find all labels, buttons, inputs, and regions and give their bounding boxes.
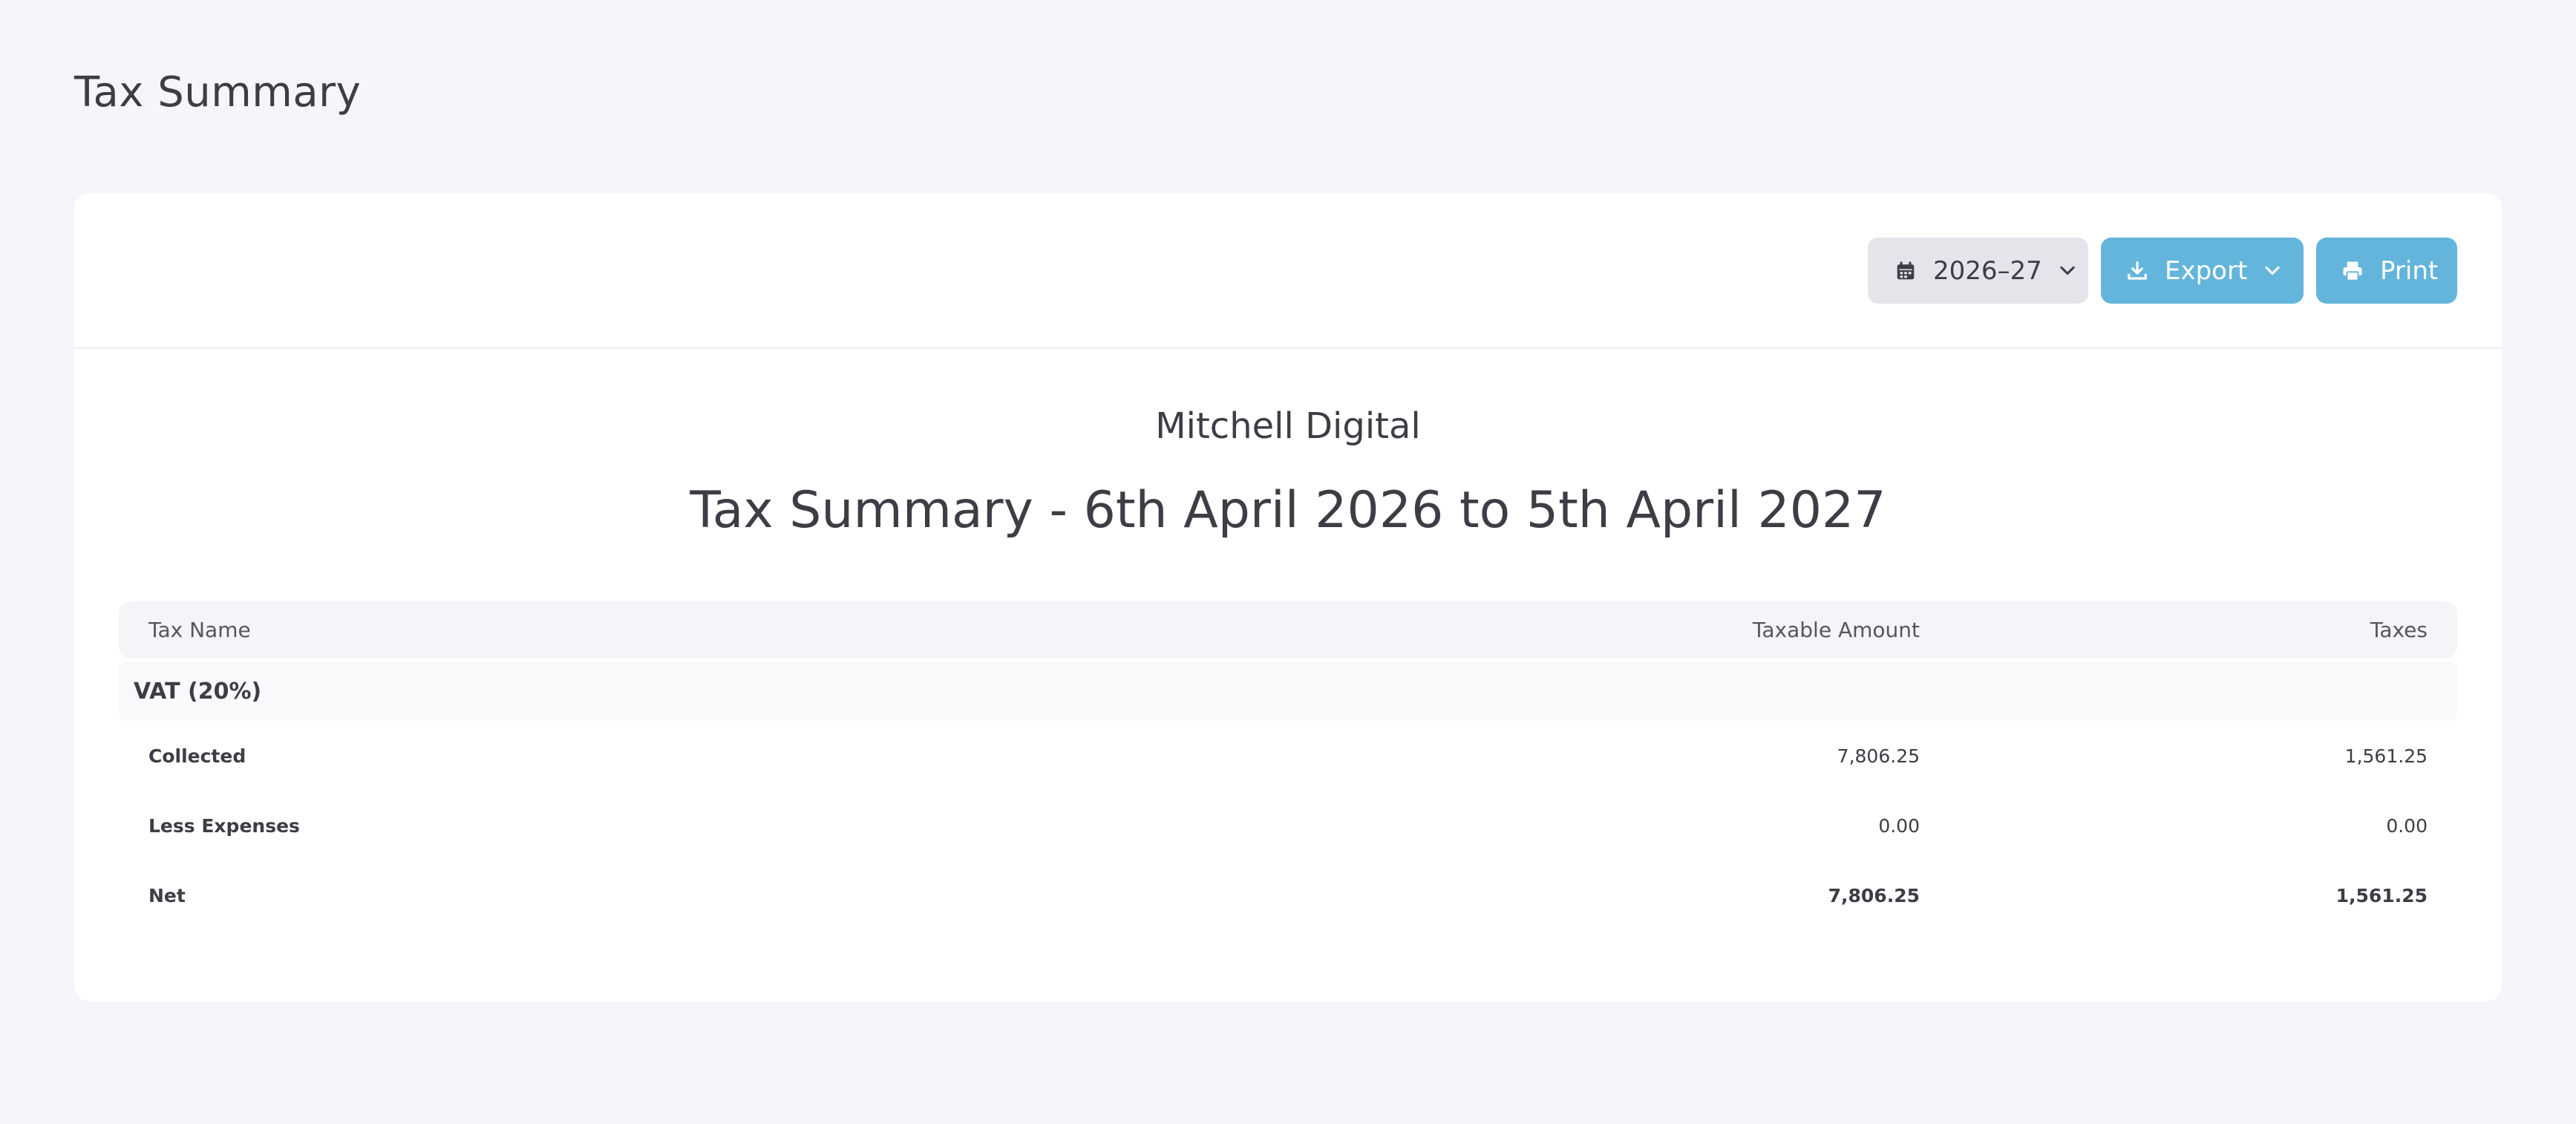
header-tax-name: Tax Name (148, 618, 251, 642)
row-name: Net (148, 884, 186, 906)
table-header: Tax Name Taxable Amount Taxes (119, 601, 2457, 659)
group-row: VAT (20%) (119, 661, 2457, 721)
download-icon (2126, 260, 2148, 282)
row-taxable-amount: 0.00 (1878, 814, 1920, 837)
tax-summary-table: Tax Name Taxable Amount Taxes VAT (20%) … (119, 601, 2457, 930)
company-name: Mitchell Digital (1155, 405, 1421, 447)
report-card: 2026–27 Export Print Mitchell Digital Ta… (74, 193, 2502, 1002)
row-taxes: 1,561.25 (2335, 884, 2428, 906)
calendar-icon (1895, 260, 1917, 282)
row-taxable-amount: 7,806.25 (1837, 745, 1920, 767)
export-button[interactable]: Export (2101, 238, 2304, 304)
print-button[interactable]: Print (2316, 238, 2457, 304)
card-header: 2026–27 Export Print (74, 193, 2502, 349)
table-row-total: Net 7,806.25 1,561.25 (119, 860, 2457, 930)
header-taxes: Taxes (2370, 618, 2428, 642)
export-label: Export (2165, 255, 2248, 286)
printer-icon (2341, 260, 2364, 282)
row-taxable-amount: 7,806.25 (1828, 884, 1920, 906)
toolbar: 2026–27 Export Print (1868, 238, 2457, 304)
chevron-down-icon (2262, 261, 2283, 281)
row-taxes: 1,561.25 (2344, 745, 2428, 767)
table-row: Less Expenses 0.00 0.00 (119, 791, 2457, 860)
table-row: Collected 7,806.25 1,561.25 (119, 721, 2457, 791)
header-taxable-amount: Taxable Amount (1752, 618, 1920, 642)
year-label: 2026–27 (1933, 255, 2042, 286)
row-name: Less Expenses (148, 814, 300, 837)
year-selector-button[interactable]: 2026–27 (1868, 238, 2088, 304)
row-taxes: 0.00 (2386, 814, 2428, 837)
report-title: Tax Summary - 6th April 2026 to 5th Apri… (690, 481, 1886, 540)
row-name: Collected (148, 745, 246, 767)
print-label: Print (2380, 255, 2439, 286)
page-title: Tax Summary (74, 68, 362, 117)
chevron-down-icon (2057, 261, 2078, 281)
